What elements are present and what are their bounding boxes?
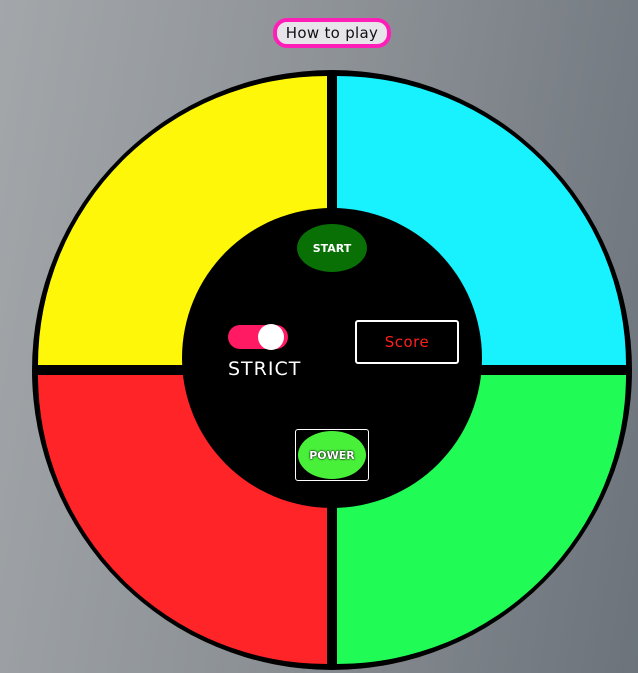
- power-button[interactable]: POWER: [298, 431, 366, 479]
- how-to-play-button[interactable]: How to play: [273, 18, 391, 48]
- toggle-knob: [258, 324, 284, 350]
- power-button-frame[interactable]: POWER: [295, 429, 369, 481]
- start-button[interactable]: START: [297, 224, 367, 272]
- game-board: START STRICT Score POWER: [32, 70, 632, 670]
- control-panel: START STRICT Score POWER: [182, 208, 482, 508]
- strict-toggle[interactable]: [228, 324, 288, 350]
- strict-label: STRICT: [228, 358, 302, 380]
- score-display: Score: [355, 320, 459, 364]
